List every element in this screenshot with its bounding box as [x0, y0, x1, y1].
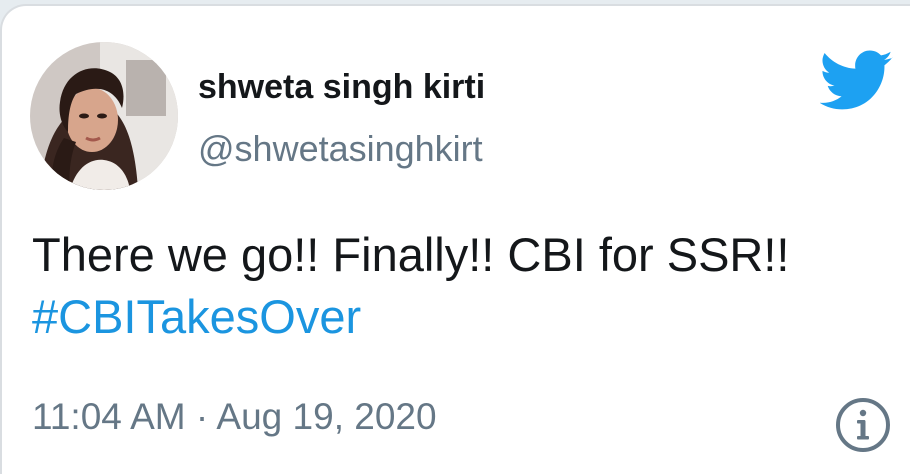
tweet-text: There we go!! Finally!! CBI for SSR!! #C… — [32, 224, 852, 348]
avatar[interactable] — [30, 42, 178, 190]
tweet-text-body: There we go!! Finally!! CBI for SSR!! — [32, 228, 790, 281]
profile-photo — [30, 42, 178, 190]
tweet-timestamp[interactable]: 11:04 AM · Aug 19, 2020 — [32, 396, 437, 438]
user-handle[interactable]: @shwetasinghkirt — [198, 128, 483, 170]
hashtag-link[interactable]: #CBITakesOver — [32, 290, 361, 343]
display-name[interactable]: shweta singh kirti — [198, 68, 485, 107]
info-icon[interactable] — [834, 396, 892, 454]
tweet-card[interactable]: shweta singh kirti @shwetasinghkirt Ther… — [0, 4, 910, 474]
twitter-bird-icon[interactable] — [820, 50, 894, 112]
